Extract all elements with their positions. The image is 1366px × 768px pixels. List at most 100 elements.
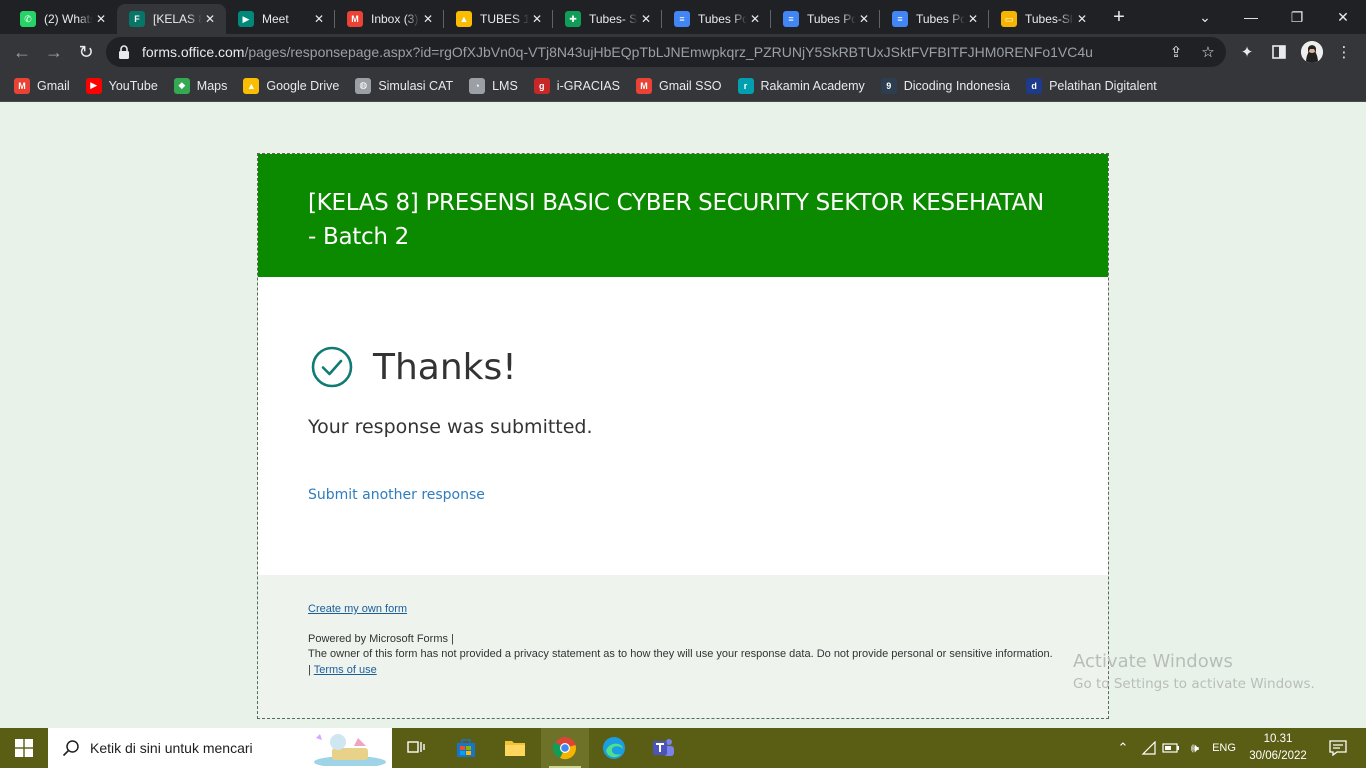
extensions-icon[interactable]: ✦ xyxy=(1236,41,1258,63)
tab-9[interactable]: ▭ Tubes-Slides✕ xyxy=(989,4,1098,34)
side-panel-icon[interactable] xyxy=(1268,41,1290,63)
bookmark-simulasi-cat[interactable]: ◍ Simulasi CAT xyxy=(355,77,453,94)
bookmark-label: YouTube xyxy=(108,78,158,93)
tab-1[interactable]: F [KELAS 8] PRESENSI✕ xyxy=(117,4,226,34)
tab-close-icon[interactable]: ✕ xyxy=(93,11,109,27)
tab-3[interactable]: M Inbox (3) ✕ xyxy=(335,4,444,34)
back-button[interactable]: ← xyxy=(8,38,36,66)
minimize-button[interactable]: — xyxy=(1228,0,1274,34)
taskbar-clock[interactable]: 10.31 30/06/2022 xyxy=(1246,731,1310,765)
bookmark-label: Rakamin Academy xyxy=(760,78,865,93)
taskbar-edge-app[interactable] xyxy=(590,728,638,768)
terms-of-use-link[interactable]: Terms of use xyxy=(314,664,377,676)
youtube-icon: ▶ xyxy=(85,77,102,94)
tab-8[interactable]: ≡ Tubes Pdf ✕ xyxy=(880,4,989,34)
maps-icon: ◆ xyxy=(173,77,190,94)
tab-separator xyxy=(879,10,880,28)
folder-icon xyxy=(505,741,525,756)
tab-close-icon[interactable]: ✕ xyxy=(638,11,654,27)
tab-close-icon[interactable]: ✕ xyxy=(311,11,327,27)
tab-2[interactable]: ▶ Meet ✕ xyxy=(226,4,335,34)
bookmark-label: Dicoding Indonesia xyxy=(903,78,1011,93)
tab-close-icon[interactable]: ✕ xyxy=(1074,11,1090,27)
tab-close-icon[interactable]: ✕ xyxy=(747,11,763,27)
notification-center-button[interactable] xyxy=(1318,728,1358,768)
task-view-button[interactable] xyxy=(392,728,440,768)
taskbar-teams-app[interactable] xyxy=(639,728,687,768)
tab-close-icon[interactable]: ✕ xyxy=(856,11,872,27)
tab-close-icon[interactable]: ✕ xyxy=(420,11,436,27)
network-icon[interactable] xyxy=(1138,728,1160,768)
tab-0[interactable]: ✆ (2) WhatsApp✕ xyxy=(8,4,117,34)
bookmark-i-gracias[interactable]: g i-GRACIAS xyxy=(533,77,620,94)
forms-icon: F xyxy=(129,11,145,27)
notification-icon xyxy=(1329,740,1347,756)
volume-icon[interactable]: 🕪 xyxy=(1184,728,1206,768)
window-close-button[interactable]: ✕ xyxy=(1320,0,1366,34)
drive-icon: ▲ xyxy=(456,11,472,27)
rakamin-icon: r xyxy=(737,77,754,94)
tab-close-icon[interactable]: ✕ xyxy=(965,11,981,27)
url-path: /pages/responsepage.aspx?id=rgOfXJbVn0q-… xyxy=(244,44,1093,60)
start-button[interactable] xyxy=(0,728,48,768)
teams-icon xyxy=(653,739,674,756)
restore-button[interactable]: ❐ xyxy=(1274,0,1320,34)
search-highlight-illustration-icon xyxy=(314,734,386,766)
address-bar[interactable]: forms.office.com/pages/responsepage.aspx… xyxy=(106,37,1226,67)
bookmark-rakamin-academy[interactable]: r Rakamin Academy xyxy=(737,77,865,94)
battery-icon[interactable] xyxy=(1160,728,1182,768)
tab-separator xyxy=(988,10,989,28)
terms-separator: | xyxy=(308,663,311,676)
reload-button[interactable]: ↻ xyxy=(72,38,100,66)
tab-6[interactable]: ≡ Tubes Pdf ✕ xyxy=(662,4,771,34)
bookmark-lms[interactable]: ◔ LMS xyxy=(469,77,518,94)
profile-avatar[interactable] xyxy=(1301,41,1323,63)
taskbar-chrome-app[interactable] xyxy=(541,728,589,768)
language-indicator[interactable]: ENG xyxy=(1208,728,1240,768)
taskbar-store-app[interactable] xyxy=(442,728,490,768)
response-confirmation: Thanks! Your response was submitted. Sub… xyxy=(258,277,1108,575)
bookmark-gmail[interactable]: M Gmail xyxy=(14,77,70,94)
forward-button[interactable]: → xyxy=(40,38,68,66)
search-icon xyxy=(62,740,79,757)
docs-icon: ≡ xyxy=(674,11,690,27)
tab-title: Meet xyxy=(262,12,289,26)
create-my-own-form-link[interactable]: Create my own form xyxy=(308,602,1058,618)
bookmark-maps[interactable]: ◆ Maps xyxy=(173,77,227,94)
drive-icon: ▲ xyxy=(243,77,260,94)
bookmark-youtube[interactable]: ▶ YouTube xyxy=(85,77,158,94)
tab-search-button[interactable]: ⌄ xyxy=(1182,0,1228,34)
tab-separator xyxy=(552,10,553,28)
bookmark-star-icon[interactable]: ☆ xyxy=(1197,41,1219,63)
bookmarks-bar: M Gmail ▶ YouTube ◆ Maps ▲ Google Drive ◍ Simulas… xyxy=(0,70,1366,102)
taskbar-search-box[interactable]: Ketik di sini untuk mencari xyxy=(48,728,392,768)
menu-icon[interactable]: ⋮ xyxy=(1333,41,1355,63)
bookmark-pelatihan-digitalent[interactable]: d Pelatihan Digitalent xyxy=(1026,77,1157,94)
tab-4[interactable]: ▲ TUBES 1 ✕ xyxy=(444,4,553,34)
digitalent-icon: d xyxy=(1026,77,1043,94)
tab-title: Tubes- Sheets xyxy=(589,12,638,26)
browser-toolbar: ← → ↻ forms.office.com/pages/responsepag… xyxy=(0,34,1366,70)
new-tab-button[interactable]: + xyxy=(1108,6,1130,28)
tab-7[interactable]: ≡ Tubes Pdf ✕ xyxy=(771,4,880,34)
tab-close-icon[interactable]: ✕ xyxy=(202,11,218,27)
submit-another-response-link[interactable]: Submit another response xyxy=(308,487,485,503)
tab-separator xyxy=(334,10,335,28)
show-hidden-icons-button[interactable]: ⌃ xyxy=(1112,728,1134,768)
tab-title: [KELAS 8] PRESENSI xyxy=(153,12,202,26)
thanks-heading: Thanks! xyxy=(373,347,517,388)
check-circle-icon xyxy=(311,346,353,388)
bookmark-gmail-sso[interactable]: M Gmail SSO xyxy=(636,77,722,94)
terms-line: | Terms of use xyxy=(308,663,1058,679)
bookmark-dicoding-indonesia[interactable]: 9 Dicoding Indonesia xyxy=(880,77,1011,94)
tab-5[interactable]: ✚ Tubes- Sheets✕ xyxy=(553,4,662,34)
lms-icon: ◔ xyxy=(469,77,486,94)
bookmark-google-drive[interactable]: ▲ Google Drive xyxy=(243,77,339,94)
submitted-message: Your response was submitted. xyxy=(308,416,593,438)
gmail-icon: M xyxy=(636,77,652,94)
share-icon[interactable]: ⇪ xyxy=(1165,41,1187,63)
tab-title: Tubes-Slides xyxy=(1025,12,1074,26)
taskbar-file-explorer-app[interactable] xyxy=(491,728,539,768)
tab-close-icon[interactable]: ✕ xyxy=(529,11,545,27)
docs-icon: ≡ xyxy=(892,11,908,27)
